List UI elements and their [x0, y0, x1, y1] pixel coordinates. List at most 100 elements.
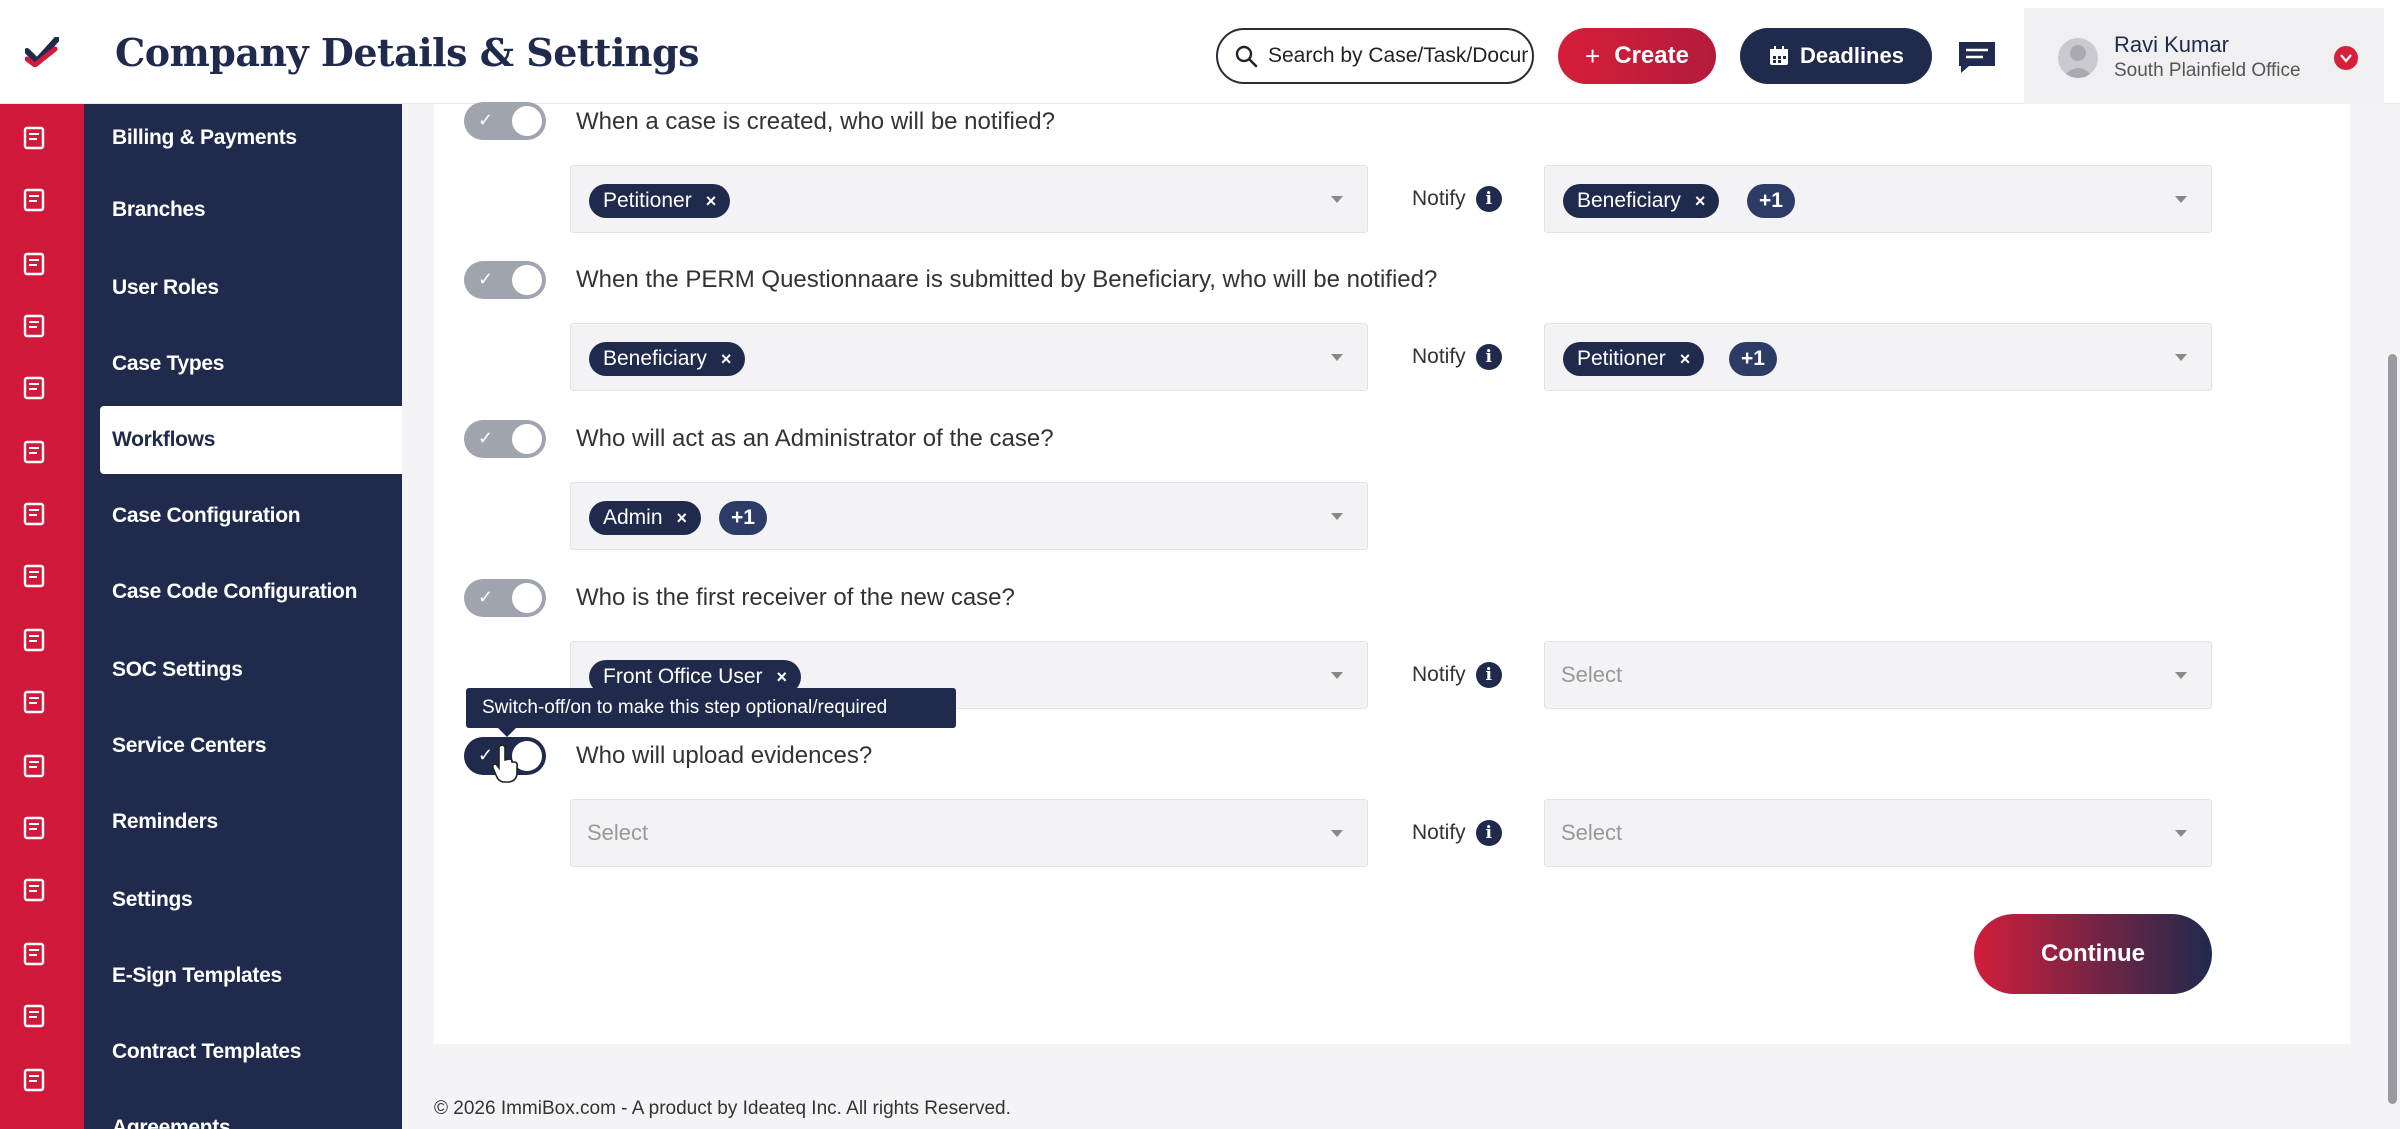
info-icon[interactable]: i [1475, 186, 1502, 212]
step-question: When a case is created, who will be noti… [576, 108, 1055, 135]
toggle-tooltip: Switch-off/on to make this step optional… [466, 688, 956, 737]
notify-select[interactable]: Beneficiary × +1 [1544, 165, 2212, 233]
sidebar-item-branches[interactable]: Branches [84, 176, 402, 244]
note-icon[interactable] [20, 940, 48, 968]
edit-document-icon[interactable] [20, 562, 48, 590]
building-icon[interactable] [20, 312, 48, 340]
badge-icon[interactable] [20, 688, 48, 716]
folder-icon[interactable] [20, 876, 48, 904]
dropdown-caret-icon [1331, 672, 1343, 679]
dashboard-icon[interactable] [20, 124, 48, 152]
chip-label: Beneficiary [1577, 189, 1681, 212]
logo-icon [25, 37, 59, 67]
document-icon[interactable] [20, 250, 48, 278]
avatar [2058, 38, 2098, 78]
select-placeholder: Select [1561, 820, 1623, 845]
sidebar-item-contract-templates[interactable]: Contract Templates [84, 1018, 402, 1086]
sidebar-item-workflows[interactable]: Workflows [100, 406, 402, 474]
more-chip[interactable]: +1 [1729, 342, 1777, 376]
more-chip[interactable]: +1 [1747, 184, 1795, 218]
remove-chip-icon[interactable]: × [1680, 349, 1691, 370]
sidebar-item-soc-settings[interactable]: SOC Settings [84, 636, 402, 704]
toggle-knob [512, 106, 542, 136]
remove-chip-icon[interactable]: × [677, 508, 688, 529]
search-icon [1235, 45, 1258, 68]
notify-label: Notify [1412, 345, 1466, 368]
notify-select[interactable]: Select [1544, 799, 2212, 867]
remove-chip-icon[interactable]: × [721, 349, 732, 370]
clipboard-icon[interactable] [20, 186, 48, 214]
user-dropdown-button[interactable] [2334, 46, 2358, 70]
remove-chip-icon[interactable]: × [706, 191, 717, 212]
step-toggle[interactable]: ✓ [464, 261, 546, 299]
messages-button[interactable] [1954, 38, 2000, 76]
remove-chip-icon[interactable]: × [777, 667, 788, 688]
search-box[interactable] [1216, 28, 1534, 84]
notify-label-group: Notify i [1412, 662, 1502, 688]
step-question: Who will act as an Administrator of the … [576, 425, 1054, 452]
sidebar-item-billing-payments[interactable]: Billing & Payments [84, 104, 402, 172]
sidebar-item-e-sign-templates[interactable]: E-Sign Templates [84, 942, 402, 1010]
notify-label-group: Notify i [1412, 344, 1502, 370]
receipt-icon[interactable] [20, 500, 48, 528]
file-check-icon[interactable] [20, 374, 48, 402]
check-icon: ✓ [478, 587, 494, 607]
chat-icon[interactable] [20, 438, 48, 466]
footer-copyright: © 2026 ImmiBox.com - A product by Ideate… [434, 1098, 1011, 1119]
check-icon: ✓ [478, 269, 494, 289]
dropdown-caret-icon [1331, 196, 1343, 203]
assignee-select[interactable]: Select [570, 799, 1368, 867]
person-icon[interactable] [20, 752, 48, 780]
sidebar-item-case-types[interactable]: Case Types [84, 330, 402, 398]
org-icon[interactable] [20, 626, 48, 654]
message-icon [1959, 42, 1995, 73]
user-office: South Plainfield Office [2114, 60, 2301, 81]
support-agent-icon[interactable] [20, 1002, 48, 1030]
step-toggle[interactable]: ✓ [464, 579, 546, 617]
continue-button[interactable]: Continue [1974, 914, 2212, 994]
step-toggle[interactable]: ✓ [464, 102, 546, 140]
notify-label-group: Notify i [1412, 820, 1502, 846]
scrollbar-thumb[interactable] [2388, 354, 2397, 1104]
dropdown-caret-icon [1331, 354, 1343, 361]
selected-chip: Beneficiary × [589, 342, 746, 376]
deadlines-button[interactable]: Deadlines [1740, 28, 1932, 84]
user-tie-icon[interactable] [20, 814, 48, 842]
assignee-select[interactable]: Beneficiary × [570, 323, 1368, 391]
sidebar-item-case-code-configuration[interactable]: Case Code Configuration [84, 558, 402, 626]
remove-chip-icon[interactable]: × [1695, 191, 1706, 212]
dropdown-caret-icon [2175, 354, 2187, 361]
sidebar-item-user-roles[interactable]: User Roles [84, 254, 402, 322]
app-logo[interactable] [0, 0, 84, 104]
info-icon[interactable]: i [1475, 662, 1502, 688]
chevron-down-icon [2340, 54, 2352, 63]
assignee-select[interactable]: Admin × +1 [570, 482, 1368, 550]
notify-select[interactable]: Select [1544, 641, 2212, 709]
assignee-select[interactable]: Petitioner × [570, 165, 1368, 233]
sidebar-item-reminders[interactable]: Reminders [84, 788, 402, 856]
user-name: Ravi Kumar [2114, 32, 2229, 57]
page-title: Company Details & Settings [115, 30, 700, 75]
chip-label: Petitioner [1577, 347, 1666, 370]
select-placeholder: Select [587, 820, 649, 845]
workflow-card [434, 104, 2350, 1044]
search-input[interactable] [1268, 44, 1528, 68]
step-toggle[interactable]: ✓ [464, 420, 546, 458]
info-icon[interactable]: i [1475, 820, 1502, 846]
notify-select[interactable]: Petitioner × +1 [1544, 323, 2212, 391]
page-scrollbar[interactable] [2384, 104, 2400, 1129]
sidebar-item-agreements[interactable]: Agreements [84, 1094, 402, 1129]
toggle-knob [512, 583, 542, 613]
user-menu[interactable]: Ravi Kumar South Plainfield Office [2024, 8, 2384, 104]
info-icon[interactable]: i [1475, 344, 1502, 370]
chip-label: Front Office User [603, 665, 763, 688]
create-button[interactable]: + Create [1558, 28, 1716, 84]
dropdown-caret-icon [1331, 513, 1343, 520]
dropdown-caret-icon [2175, 196, 2187, 203]
selected-chip: Admin × [589, 501, 702, 535]
sidebar-item-case-configuration[interactable]: Case Configuration [84, 482, 402, 550]
more-chip[interactable]: +1 [719, 501, 767, 535]
sidebar-item-settings[interactable]: Settings [84, 866, 402, 934]
sidebar-item-service-centers[interactable]: Service Centers [84, 712, 402, 780]
invoice-icon[interactable] [20, 1066, 48, 1094]
